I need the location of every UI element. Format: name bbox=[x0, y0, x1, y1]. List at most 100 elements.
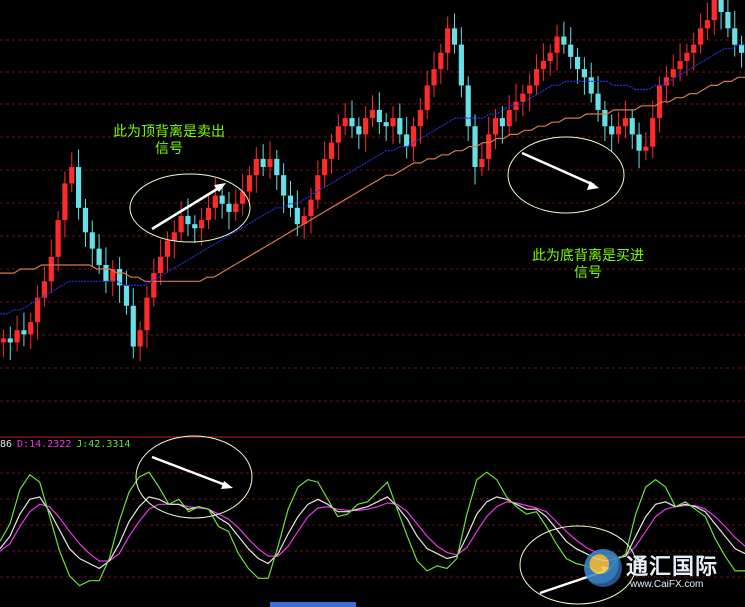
watermark-name: 通汇国际 bbox=[626, 555, 719, 580]
candle-down bbox=[595, 93, 601, 110]
candle-down bbox=[281, 175, 287, 196]
candle-up bbox=[486, 134, 492, 159]
candle-down bbox=[499, 118, 505, 127]
candle-up bbox=[328, 142, 335, 159]
candle-down bbox=[602, 109, 608, 127]
candle-down bbox=[574, 56, 581, 70]
candle-down bbox=[561, 36, 567, 45]
candle-up bbox=[533, 69, 540, 86]
candle-up bbox=[479, 158, 485, 168]
candle-up bbox=[233, 203, 239, 212]
candle-up bbox=[424, 85, 430, 110]
candle-up bbox=[178, 216, 184, 233]
candle-down bbox=[451, 28, 458, 45]
kdj-top-arrowhead bbox=[221, 481, 233, 489]
bottom-divergence-ellipse bbox=[507, 136, 625, 214]
top-divergence-ellipse bbox=[129, 173, 251, 243]
candlestick-series bbox=[0, 0, 745, 362]
horizontal-scrollbar[interactable] bbox=[270, 602, 356, 607]
bottom-divergence-arrow bbox=[521, 151, 595, 187]
candle-down bbox=[732, 28, 738, 45]
candle-down bbox=[458, 44, 464, 86]
candle-down bbox=[103, 264, 109, 282]
candle-down bbox=[123, 285, 130, 306]
candle-up bbox=[554, 36, 560, 53]
candle-up bbox=[445, 28, 451, 53]
candle-up bbox=[308, 199, 314, 216]
candle-up bbox=[315, 175, 321, 200]
kdj-header: 86 D:14.2322 J:42.3314 bbox=[0, 439, 135, 453]
candle-up bbox=[677, 60, 683, 70]
candle-up bbox=[62, 183, 68, 221]
candle-up bbox=[69, 167, 75, 184]
candle-down bbox=[185, 216, 191, 225]
globe-icon bbox=[584, 549, 622, 587]
candle-down bbox=[76, 167, 82, 208]
candle-up bbox=[14, 330, 20, 343]
candle-up bbox=[492, 118, 499, 135]
candle-up bbox=[144, 297, 150, 331]
candle-up bbox=[547, 52, 553, 61]
candle-up bbox=[643, 146, 649, 151]
candle-down bbox=[260, 158, 266, 168]
candle-down bbox=[219, 195, 225, 204]
bottom-divergence-note: 此为底背离是买进信号 bbox=[532, 248, 644, 281]
candle-up bbox=[431, 69, 437, 86]
candle-down bbox=[21, 330, 27, 335]
candle-down bbox=[89, 232, 95, 249]
candle-up bbox=[622, 118, 628, 127]
candle-up bbox=[417, 109, 423, 127]
candle-up bbox=[335, 126, 341, 143]
candle-down bbox=[588, 77, 594, 94]
top-divergence-note: 此为顶背离是卖出信号 bbox=[113, 124, 225, 157]
candle-down bbox=[568, 44, 574, 57]
candle-up bbox=[322, 158, 328, 176]
candle-up bbox=[704, 20, 711, 29]
candle-up bbox=[390, 118, 396, 127]
candle-down bbox=[7, 338, 13, 343]
candle-down bbox=[397, 118, 403, 135]
candle-up bbox=[151, 273, 157, 298]
candle-down bbox=[581, 69, 587, 78]
candle-down bbox=[192, 224, 198, 229]
candle-down bbox=[725, 12, 731, 29]
candle-up bbox=[246, 175, 253, 192]
k-value-label: 86 bbox=[0, 439, 13, 450]
candle-down bbox=[383, 122, 389, 127]
chart-canvas bbox=[0, 0, 745, 605]
candle-up bbox=[520, 93, 526, 102]
candle-down bbox=[376, 109, 382, 123]
candle-down bbox=[287, 195, 294, 208]
candle-up bbox=[506, 109, 512, 127]
candle-up bbox=[369, 109, 376, 119]
price-grid bbox=[0, 39, 745, 402]
candle-up bbox=[253, 158, 259, 176]
candle-down bbox=[82, 207, 89, 233]
j-value-label: J:42.3314 bbox=[76, 439, 131, 450]
candle-down bbox=[609, 126, 615, 135]
candle-up bbox=[527, 85, 533, 94]
candle-down bbox=[404, 134, 410, 147]
candle-up bbox=[48, 256, 54, 282]
candle-up bbox=[267, 158, 273, 168]
candle-down bbox=[356, 126, 362, 135]
candle-down bbox=[465, 85, 471, 127]
candle-down bbox=[349, 118, 355, 127]
watermark-url: www.CaiFX.com bbox=[630, 579, 704, 590]
candle-down bbox=[629, 118, 635, 135]
candle-up bbox=[691, 44, 697, 53]
kdj-top-ellipse bbox=[135, 435, 253, 519]
candle-down bbox=[738, 44, 745, 53]
d-value-label: D:14.2322 bbox=[17, 439, 72, 450]
kdj-top-arrow bbox=[151, 455, 229, 488]
candle-up bbox=[28, 322, 34, 335]
candle-up bbox=[342, 118, 348, 127]
candle-up bbox=[164, 240, 171, 257]
candle-down bbox=[226, 203, 232, 212]
candle-up bbox=[438, 52, 444, 70]
candle-up bbox=[205, 207, 212, 221]
candle-up bbox=[711, 0, 717, 21]
candle-up bbox=[199, 220, 205, 229]
candle-down bbox=[636, 134, 642, 151]
candle-up bbox=[650, 118, 656, 147]
